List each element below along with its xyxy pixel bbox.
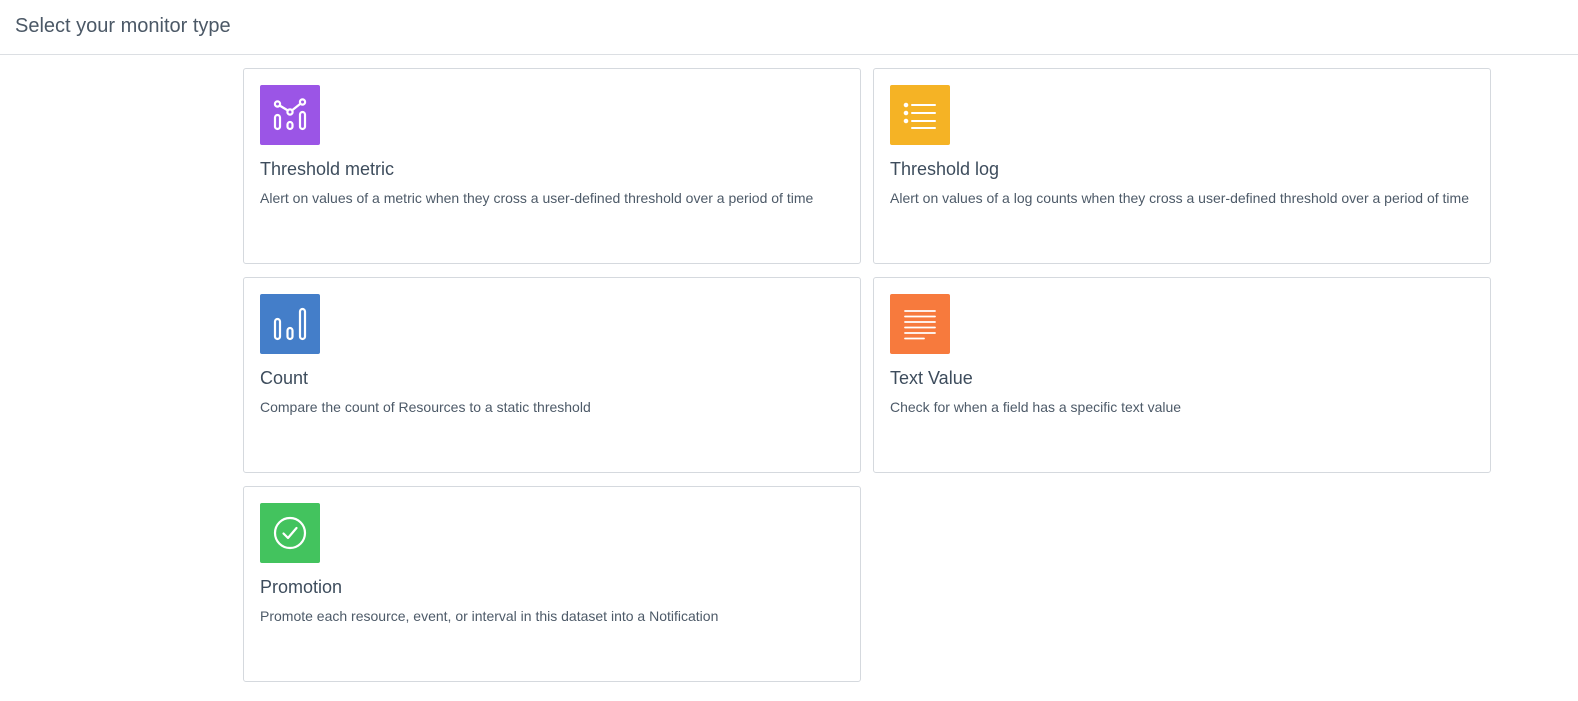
card-title: Count — [260, 368, 309, 388]
monitor-card-text-value[interactable]: Text Value Check for when a field has a … — [873, 277, 1491, 473]
card-title: Promotion — [260, 577, 343, 597]
monitor-card-threshold-log[interactable]: Threshold log Alert on values of a log c… — [873, 68, 1491, 264]
card-description: Check for when a field has a specific te… — [890, 399, 1182, 415]
check-circle-icon — [260, 503, 320, 563]
card-title: Text Value — [890, 368, 973, 388]
monitor-type-grid: Threshold metric Alert on values of a me… — [243, 68, 1491, 682]
metric-chart-icon — [260, 85, 320, 145]
monitor-card-promotion[interactable]: Promotion Promote each resource, event, … — [243, 486, 861, 682]
bar-chart-icon — [260, 294, 320, 354]
monitor-card-count[interactable]: Count Compare the count of Resources to … — [243, 277, 861, 473]
card-title: Threshold log — [890, 159, 1000, 179]
card-description: Promote each resource, event, or interva… — [260, 608, 719, 624]
card-description: Alert on values of a metric when they cr… — [260, 190, 814, 206]
card-title: Threshold metric — [260, 159, 395, 179]
card-description: Alert on values of a log counts when the… — [890, 190, 1469, 206]
page-title: Select your monitor type — [15, 15, 231, 37]
page-header: Select your monitor type — [0, 0, 1578, 55]
card-description: Compare the count of Resources to a stat… — [260, 399, 591, 415]
list-icon — [890, 85, 950, 145]
text-lines-icon — [890, 294, 950, 354]
monitor-card-threshold-metric[interactable]: Threshold metric Alert on values of a me… — [243, 68, 861, 264]
